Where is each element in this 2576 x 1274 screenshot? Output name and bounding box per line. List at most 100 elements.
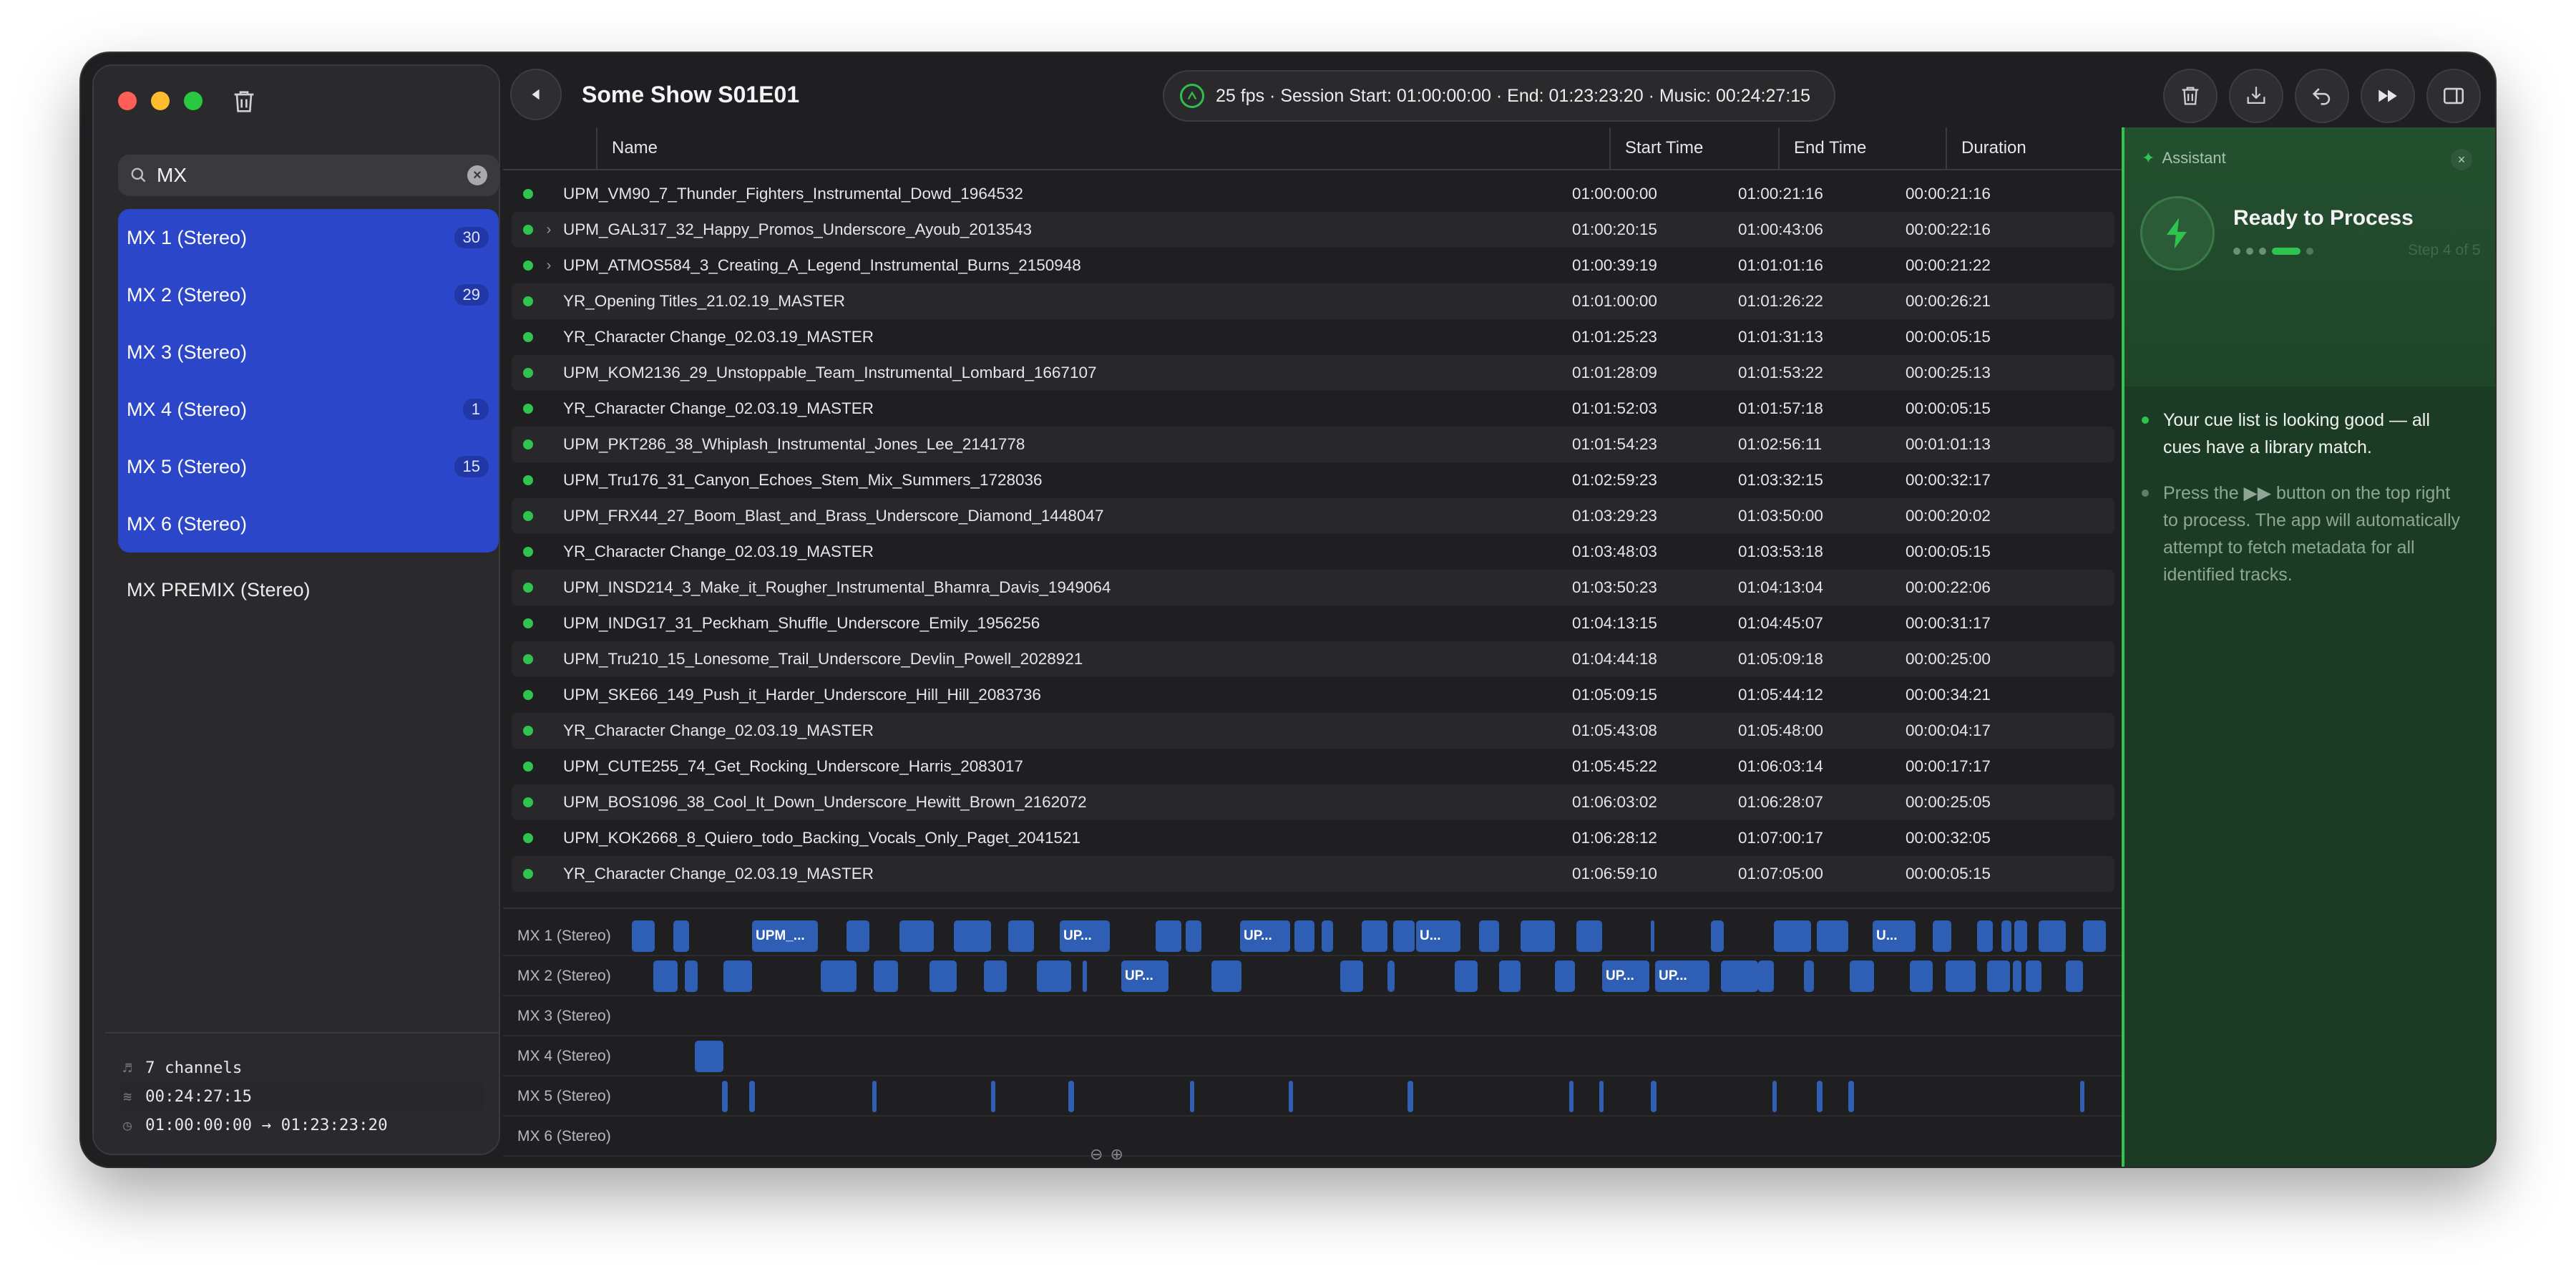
clip[interactable] bbox=[1008, 920, 1034, 952]
clip[interactable]: UP... bbox=[1240, 920, 1290, 952]
delete-button[interactable] bbox=[2163, 69, 2218, 123]
clip[interactable] bbox=[1817, 920, 1848, 952]
clip[interactable] bbox=[632, 920, 655, 952]
clip[interactable] bbox=[695, 1041, 723, 1072]
table-row[interactable]: YR_Character Change_02.03.19_MASTER 01:05… bbox=[512, 713, 2114, 749]
table-row[interactable]: YR_Character Change_02.03.19_MASTER 01:06… bbox=[512, 856, 2114, 892]
clip[interactable]: UP... bbox=[1655, 961, 1709, 992]
search-field[interactable]: × bbox=[118, 155, 499, 196]
minimize-window-button[interactable] bbox=[151, 92, 170, 110]
clip[interactable] bbox=[2014, 920, 2027, 952]
import-button[interactable] bbox=[2229, 69, 2283, 123]
channel-item-mx-premix[interactable]: MX PREMIX (Stereo) bbox=[127, 561, 311, 618]
clip[interactable] bbox=[930, 961, 957, 992]
clip[interactable] bbox=[1455, 961, 1478, 992]
clip[interactable] bbox=[1848, 1081, 1854, 1112]
clip[interactable] bbox=[685, 961, 698, 992]
back-button[interactable] bbox=[510, 69, 562, 120]
clip[interactable] bbox=[1322, 920, 1333, 952]
clip[interactable] bbox=[1569, 1081, 1574, 1112]
clip[interactable] bbox=[872, 1081, 877, 1112]
clip[interactable] bbox=[1479, 920, 1499, 952]
table-row[interactable]: YR_Opening Titles_21.02.19_MASTER 01:01:0… bbox=[512, 283, 2114, 319]
clip[interactable] bbox=[874, 961, 898, 992]
channel-item-mx6[interactable]: MX 6 (Stereo) bbox=[118, 495, 499, 553]
clip[interactable]: UP... bbox=[1060, 920, 1110, 952]
table-row[interactable]: UPM_KOM2136_29_Unstoppable_Team_Instrume… bbox=[512, 355, 2114, 391]
clip[interactable]: UP... bbox=[1602, 961, 1649, 992]
table-row[interactable]: UPM_Tru210_15_Lonesome_Trail_Underscore_… bbox=[512, 641, 2114, 677]
start-column-header[interactable]: Start Time bbox=[1609, 127, 1778, 169]
clip[interactable] bbox=[2026, 961, 2041, 992]
table-row[interactable]: UPM_CUTE255_74_Get_Rocking_Underscore_Ha… bbox=[512, 749, 2114, 784]
table-row[interactable]: UPM_VM90_7_Thunder_Fighters_Instrumental… bbox=[512, 176, 2114, 212]
zoom-in-icon[interactable]: ⊕ bbox=[1110, 1145, 1123, 1167]
clip[interactable] bbox=[1711, 920, 1724, 952]
clip[interactable] bbox=[1362, 920, 1387, 952]
clip[interactable] bbox=[653, 961, 678, 992]
clip[interactable] bbox=[1340, 961, 1363, 992]
clip[interactable] bbox=[1772, 1081, 1777, 1112]
clip[interactable] bbox=[2039, 920, 2066, 952]
clip[interactable] bbox=[1294, 920, 1314, 952]
table-row[interactable]: UPM_PKT286_38_Whiplash_Instrumental_Jone… bbox=[512, 427, 2114, 462]
clip[interactable] bbox=[1186, 920, 1201, 952]
clip[interactable] bbox=[1289, 1081, 1293, 1112]
clip[interactable] bbox=[1651, 1081, 1657, 1112]
channel-item-mx1[interactable]: MX 1 (Stereo) 30 bbox=[118, 209, 499, 266]
clip[interactable] bbox=[1804, 961, 1814, 992]
toggle-sidebar-button[interactable] bbox=[2426, 69, 2481, 123]
close-assistant-button[interactable]: × bbox=[2451, 149, 2472, 170]
clip[interactable] bbox=[847, 920, 869, 952]
clip[interactable] bbox=[2066, 961, 2083, 992]
clip[interactable] bbox=[673, 920, 689, 952]
clip[interactable] bbox=[2013, 961, 2021, 992]
clip[interactable] bbox=[1977, 920, 1993, 952]
clip[interactable] bbox=[2001, 920, 2011, 952]
clip[interactable] bbox=[1156, 920, 1181, 952]
channel-item-mx3[interactable]: MX 3 (Stereo) bbox=[118, 324, 499, 381]
clip[interactable] bbox=[1083, 961, 1087, 992]
clip[interactable] bbox=[723, 961, 752, 992]
table-row[interactable]: UPM_FRX44_27_Boom_Blast_and_Brass_Unders… bbox=[512, 498, 2114, 534]
channel-item-mx2[interactable]: MX 2 (Stereo) 29 bbox=[118, 266, 499, 324]
clip[interactable] bbox=[2080, 1081, 2084, 1112]
clip[interactable] bbox=[899, 920, 934, 952]
expand-chevron-icon[interactable]: › bbox=[539, 222, 559, 238]
clip[interactable] bbox=[984, 961, 1007, 992]
expand-chevron-icon[interactable]: › bbox=[539, 258, 559, 274]
clip[interactable] bbox=[1850, 961, 1874, 992]
table-row[interactable]: UPM_INDG17_31_Peckham_Shuffle_Underscore… bbox=[512, 606, 2114, 641]
clip[interactable] bbox=[1651, 920, 1654, 952]
clip[interactable]: UPM_... bbox=[752, 920, 818, 952]
clear-search-icon[interactable]: × bbox=[467, 165, 487, 185]
clip[interactable] bbox=[1521, 920, 1555, 952]
table-row[interactable]: UPM_BOS1096_38_Cool_It_Down_Underscore_H… bbox=[512, 784, 2114, 820]
zoom-out-icon[interactable]: ⊖ bbox=[1090, 1145, 1103, 1167]
clip[interactable]: U... bbox=[1416, 920, 1460, 952]
clip[interactable] bbox=[1037, 961, 1071, 992]
clip[interactable] bbox=[1774, 920, 1811, 952]
duration-column-header[interactable]: Duration bbox=[1946, 127, 2122, 169]
clip[interactable] bbox=[1576, 920, 1602, 952]
clip[interactable]: UP... bbox=[1121, 961, 1169, 992]
table-row[interactable]: YR_Character Change_02.03.19_MASTER 01:01… bbox=[512, 391, 2114, 427]
table-row[interactable]: UPM_Tru176_31_Canyon_Echoes_Stem_Mix_Sum… bbox=[512, 462, 2114, 498]
clip[interactable] bbox=[1407, 1081, 1413, 1112]
close-window-button[interactable] bbox=[118, 92, 137, 110]
channel-item-mx4[interactable]: MX 4 (Stereo) 1 bbox=[118, 381, 499, 438]
table-row[interactable]: › UPM_GAL317_32_Happy_Promos_Underscore_A… bbox=[512, 212, 2114, 248]
table-row[interactable]: YR_Character Change_02.03.19_MASTER 01:03… bbox=[512, 534, 2114, 570]
clip[interactable] bbox=[1211, 961, 1241, 992]
clip[interactable] bbox=[1817, 1081, 1823, 1112]
end-column-header[interactable]: End Time bbox=[1778, 127, 1946, 169]
table-row[interactable]: UPM_SKE66_149_Push_it_Harder_Underscore_… bbox=[512, 677, 2114, 713]
process-button[interactable] bbox=[2361, 69, 2415, 123]
clip[interactable] bbox=[1933, 920, 1951, 952]
clip[interactable] bbox=[1946, 961, 1976, 992]
name-column-header[interactable]: Name bbox=[596, 127, 1609, 169]
undo-button[interactable] bbox=[2295, 69, 2349, 123]
clip[interactable] bbox=[1190, 1081, 1194, 1112]
clip[interactable] bbox=[722, 1081, 728, 1112]
clip[interactable] bbox=[1499, 961, 1521, 992]
